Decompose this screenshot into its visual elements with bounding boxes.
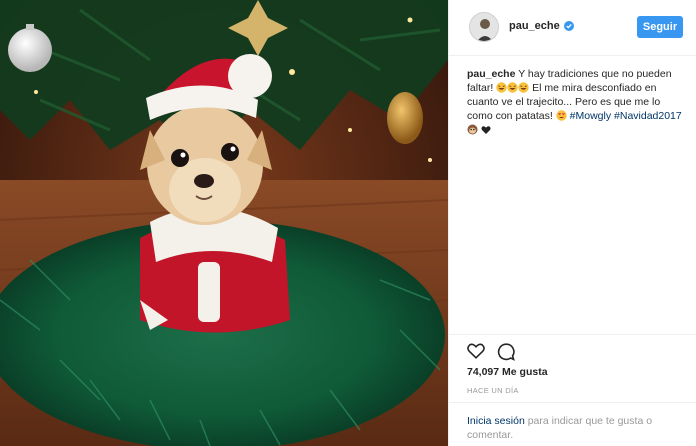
black-heart-icon (481, 126, 491, 134)
hashtag-link[interactable]: #Navidad2017 (614, 110, 682, 122)
user-avatar-icon (470, 13, 498, 41)
post-timestamp: HACE UN DÍA (467, 386, 519, 395)
laughing-emoji-icon (496, 82, 507, 93)
verified-badge-icon (563, 21, 574, 31)
comment-icon[interactable] (497, 343, 515, 361)
follow-button[interactable]: Seguir (637, 16, 683, 38)
post-actions (449, 334, 696, 361)
post-photo[interactable] (0, 0, 448, 446)
likes-count[interactable]: 74,097 Me gusta (467, 366, 548, 378)
avatar[interactable] (469, 12, 499, 42)
login-divider (449, 402, 696, 403)
action-icons (467, 343, 515, 361)
login-link[interactable]: Inicia sesión (467, 415, 525, 427)
hashtag-link[interactable]: #Mowgly (570, 110, 611, 122)
header-username[interactable]: pau_eche (509, 20, 574, 32)
post-side-panel: pau_eche Seguir pau_eche Y hay tradicion… (448, 0, 696, 446)
username-label[interactable]: pau_eche (509, 20, 560, 32)
login-prompt: Inicia sesión para indicar que te gusta … (467, 414, 685, 442)
caption-username[interactable]: pau_eche (467, 68, 515, 80)
laughing-emoji-icon (507, 82, 518, 93)
post-header: pau_eche Seguir (449, 0, 696, 56)
post-caption: pau_eche Y hay tradiciones que no pueden… (467, 67, 685, 137)
monkey-emoji-icon (467, 124, 478, 135)
chihuahua-santa-image (0, 0, 448, 446)
heart-eyes-emoji-icon (556, 110, 567, 121)
laughing-emoji-icon (518, 82, 529, 93)
heart-icon[interactable] (467, 343, 485, 359)
